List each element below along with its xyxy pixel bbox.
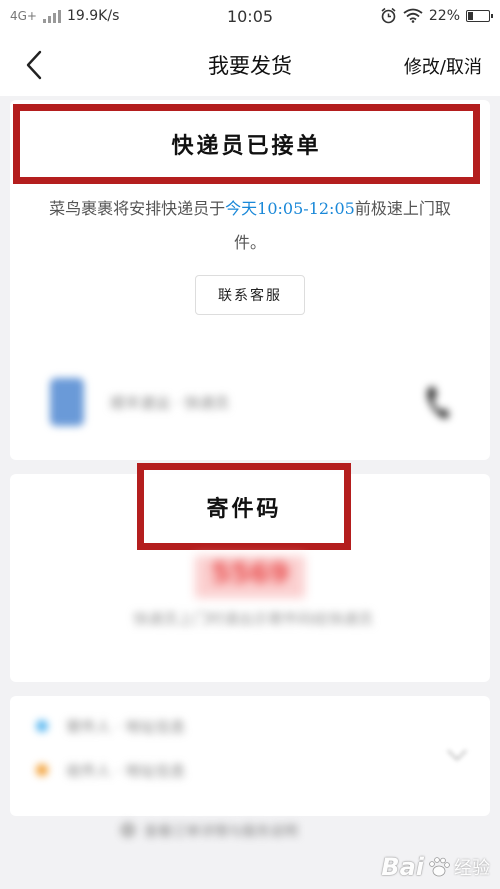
code-highlight-box: 寄件码 [137,463,351,550]
pickup-code-value: 5569 [195,556,305,598]
pickup-code-hint: 快递员上门时请出示寄件码给快递员 [132,610,373,628]
status-right: 22% [380,7,493,24]
alarm-icon [381,7,396,24]
watermark-suffix: 经验 [454,858,490,879]
contact-service-button[interactable]: 联系客服 [195,275,305,315]
courier-row[interactable]: 顺丰速运 · 快递员 [50,378,460,428]
battery-icon [466,9,493,22]
status-highlight-box: 快递员已接单 [13,104,480,184]
receiver-dot-icon [36,764,48,776]
footer-text: 查看订单详情与服务说明 [144,824,298,840]
status-bar: 4G+ 19.9K/s 10:05 22% [0,0,500,34]
courier-info: 顺丰速运 · 快递员 [110,394,230,412]
baidu-watermark: Bai 经验 [381,853,490,881]
sender-row[interactable]: 寄件人 · 地址信息 [36,712,456,742]
info-icon [120,822,136,838]
receiver-row[interactable]: 收件人 · 地址信息 [36,756,456,786]
sender-dot-icon [36,720,48,732]
paw-icon [429,857,450,877]
receiver-info: 收件人 · 地址信息 [66,762,186,780]
phone-icon[interactable] [424,384,452,422]
modify-cancel-button[interactable]: 修改/取消 [404,53,482,79]
wifi-icon [403,8,423,23]
pickup-description: 菜鸟裹裹将安排快递员于今天10:05-12:05前极速上门取件。 [40,192,460,260]
desc-prefix: 菜鸟裹裹将安排快递员于 [49,199,226,218]
watermark-brand: Bai [381,853,424,881]
navbar: 我要发货 修改/取消 [0,34,500,96]
courier-avatar [50,378,84,426]
battery-percent: 22% [428,7,460,24]
pickup-time-window: 今天10:05-12:05 [225,199,355,218]
sender-info: 寄件人 · 地址信息 [66,718,186,736]
pickup-code-heading: 寄件码 [206,495,282,522]
status-heading: 快递员已接单 [171,133,322,159]
footer-link[interactable]: 查看订单详情与服务说明 [120,818,400,844]
back-arrow-icon[interactable] [20,48,50,82]
